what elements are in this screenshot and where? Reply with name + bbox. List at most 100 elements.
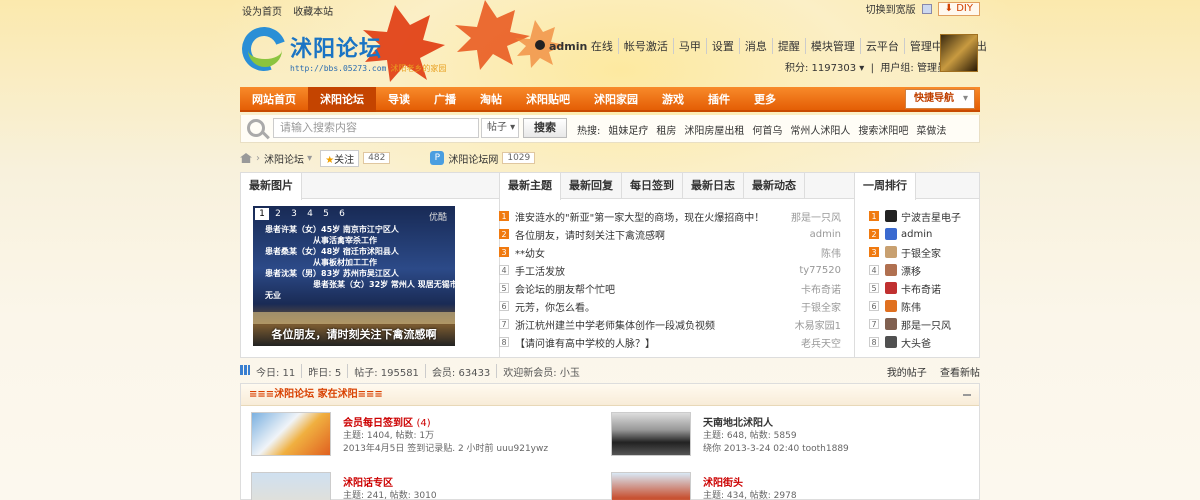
rank-row[interactable]: 4 漂移 [869, 261, 979, 279]
nav-item[interactable]: 淘帖 [468, 87, 514, 112]
nav-item[interactable]: 广播 [422, 87, 468, 112]
rank-row[interactable]: 2 admin [869, 225, 979, 243]
tab-topic[interactable]: 最新回复 [561, 173, 622, 198]
nav-item[interactable]: 网站首页 [240, 87, 308, 112]
topic-title[interactable]: 【请问谁有高中学校的人脉？】 [515, 335, 655, 350]
user-group[interactable]: 用户组: 管理员 [880, 63, 947, 74]
rank-user-name[interactable]: 于银全家 [901, 245, 941, 260]
rank-row[interactable]: 5 卡布奇诺 [869, 279, 979, 297]
tab-topic[interactable]: 最新主题 [500, 173, 561, 200]
hot-search-link[interactable]: 常州人沭阳人 [790, 122, 850, 137]
nav-item[interactable]: 沭阳家园 [582, 87, 650, 112]
activate-link[interactable]: 帐号激活 [617, 38, 673, 54]
topic-row[interactable]: 8 【请问谁有高中学校的人脉？】 老兵天空 [499, 333, 841, 351]
nav-item[interactable]: 导读 [376, 87, 422, 112]
layout-icon[interactable] [921, 3, 932, 14]
rank-row[interactable]: 3 于银全家 [869, 243, 979, 261]
nav-item[interactable]: 插件 [696, 87, 742, 112]
nav-item[interactable]: 游戏 [650, 87, 696, 112]
horse-link[interactable]: 马甲 [672, 38, 706, 54]
rank-user-name[interactable]: 漂移 [901, 263, 921, 278]
stats-welcome[interactable]: 欢迎新会员: 小玉 [496, 364, 586, 379]
tab-weekly-rank[interactable]: 一周排行 [855, 173, 916, 200]
topic-author[interactable]: ty77520 [799, 265, 841, 276]
board-thumbnail[interactable] [611, 412, 691, 456]
avatar[interactable] [940, 34, 978, 72]
rank-user-name[interactable]: 卡布奇诺 [901, 281, 941, 296]
nav-item[interactable]: 更多 [742, 87, 788, 112]
messages-link[interactable]: 消息 [738, 38, 772, 54]
rank-user-name[interactable]: 大头爸 [901, 335, 931, 350]
topic-title[interactable]: 各位朋友，请时刻关注下禽流感啊 [515, 227, 665, 242]
settings-link[interactable]: 设置 [705, 38, 739, 54]
slide-page[interactable]: 5 [319, 208, 333, 220]
cloud-link[interactable]: 云平台 [859, 38, 904, 54]
hot-search-link[interactable]: 姐妹足疗 [608, 122, 648, 137]
topic-title[interactable]: 淮安涟水的"新亚"第一家大型的商场，现在火爆招商中！ [515, 209, 764, 224]
board-name[interactable]: 会员每日签到区 (4) [343, 414, 431, 429]
hot-search-link[interactable]: 菜做法 [916, 122, 946, 137]
rank-user-name[interactable]: admin [901, 229, 932, 240]
breadcrumb-forum[interactable]: 沭阳论坛 [264, 151, 304, 166]
board-name[interactable]: 沭阳街头 [703, 474, 743, 489]
tab-topic[interactable]: 最新动态 [744, 173, 805, 198]
tab-latest-pic[interactable]: 最新图片 [241, 173, 302, 200]
rank-user-name[interactable]: 陈伟 [901, 299, 921, 314]
tab-topic[interactable]: 最新日志 [683, 173, 744, 198]
set-home-link[interactable]: 设为首页 [242, 7, 282, 18]
board-thumbnail[interactable] [251, 472, 331, 500]
board-last-post[interactable]: 绕你 2013-3-24 02:40 tooth1889 [703, 441, 849, 454]
switch-wide-link[interactable]: 切换到宽版 [866, 1, 916, 16]
user-name-item[interactable]: admin 在线 [535, 38, 618, 54]
hot-search-link[interactable]: 租房 [656, 122, 676, 137]
slide-page[interactable]: 3 [287, 208, 301, 220]
nav-item[interactable]: 沭阳论坛 [308, 87, 376, 112]
search-button[interactable]: 搜索 [523, 118, 567, 138]
tab-topic[interactable]: 每日签到 [622, 173, 683, 198]
latest-pic-slide[interactable]: 123456 优酷 患者许某（女）45岁 南京市江宁区人 从事活禽宰杀工作 患者桑某… [253, 206, 455, 346]
board-thumbnail[interactable] [251, 412, 331, 456]
board-item[interactable]: 天南地北沭阳人 主题: 648, 帖数: 5859 绕你 2013-3-24 02… [603, 412, 953, 456]
topic-author[interactable]: admin [810, 229, 841, 240]
hot-search-link[interactable]: 沭阳房屋出租 [684, 122, 744, 137]
search-type-select[interactable]: 帖子 ▾ [481, 118, 519, 138]
board-name[interactable]: 天南地北沭阳人 [703, 414, 773, 429]
home-icon[interactable] [240, 153, 252, 163]
topic-author[interactable]: 卡布奇诺 [801, 281, 841, 296]
module-admin-link[interactable]: 模块管理 [804, 38, 860, 54]
rank-row[interactable]: 7 那是一只风 [869, 315, 979, 333]
topic-row[interactable]: 4 手工活发放 ty77520 [499, 261, 841, 279]
topic-title[interactable]: 浙江杭州建兰中学老师集体创作一段减负视频 [515, 317, 715, 332]
quick-nav-button[interactable]: 快捷导航 [905, 89, 975, 109]
rank-row[interactable]: 1 宁波吉星电子 [869, 207, 979, 225]
remind-link[interactable]: 提醒 [771, 38, 805, 54]
follow-button[interactable]: ★关注 [320, 149, 360, 167]
board-thumbnail[interactable] [611, 472, 691, 500]
topic-row[interactable]: 1 淮安涟水的"新亚"第一家大型的商场，现在火爆招商中！ 那是一只风 [499, 207, 841, 225]
hot-search-link[interactable]: 何首乌 [752, 122, 782, 137]
rank-row[interactable]: 8 大头爸 [869, 333, 979, 351]
new-posts-link[interactable]: 查看新帖 [940, 368, 980, 379]
search-input[interactable]: 请输入搜索内容 [273, 118, 479, 138]
points-link[interactable]: 积分: 1197303 [785, 63, 856, 74]
diy-button[interactable]: ⬇ DIY [937, 1, 980, 16]
my-posts-link[interactable]: 我的帖子 [887, 368, 927, 379]
topic-row[interactable]: 6 元芳，你怎么看。 于银全家 [499, 297, 841, 315]
board-item[interactable]: 沭阳街头 主题: 434, 帖数: 2978 [603, 472, 953, 500]
board-name[interactable]: 沭阳话专区 [343, 474, 393, 489]
topic-author[interactable]: 老兵天空 [801, 335, 841, 350]
topic-title[interactable]: 手工活发放 [515, 263, 565, 278]
topic-author[interactable]: 那是一只风 [791, 209, 841, 224]
bookmark-link[interactable]: 收藏本站 [293, 7, 333, 18]
topic-author[interactable]: 陈伟 [821, 245, 841, 260]
topic-row[interactable]: 3 **幼女 陈伟 [499, 243, 841, 261]
topic-title[interactable]: **幼女 [515, 245, 545, 260]
category-header[interactable]: ≡≡≡沭阳论坛 家在沭阳≡≡≡ [241, 384, 979, 406]
site-link[interactable]: 沭阳论坛网 [448, 151, 498, 166]
hot-search-link[interactable]: 搜索沭阳吧 [858, 122, 908, 137]
nav-item[interactable]: 沭阳贴吧 [514, 87, 582, 112]
slide-page[interactable]: 4 [303, 208, 317, 220]
topic-title[interactable]: 会论坛的朋友帮个忙吧 [515, 281, 615, 296]
rank-user-name[interactable]: 宁波吉星电子 [901, 209, 961, 224]
rank-user-name[interactable]: 那是一只风 [901, 317, 951, 332]
